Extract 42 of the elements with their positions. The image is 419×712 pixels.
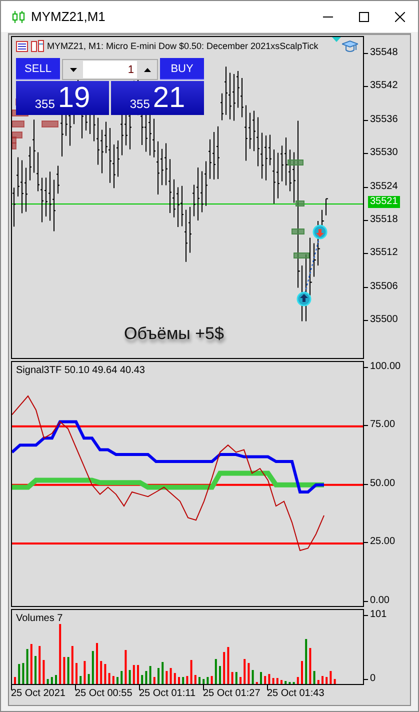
axis-label: 0.00 <box>364 595 390 608</box>
axis-label: 25.00 <box>364 536 396 548</box>
time-label: 25 Oct 01:11 <box>139 688 196 699</box>
axis-label: 35518 <box>364 214 398 226</box>
axis-label: 35524 <box>364 180 398 193</box>
overlay-text: Объёмы +5$ <box>124 324 224 344</box>
axis-label: 75.00 <box>364 419 396 432</box>
indicator-label: Signal3TF 50.10 49.64 40.43 <box>16 365 145 376</box>
time-label: 25 Oct 01:43 <box>267 688 324 699</box>
axis-label: 35530 <box>364 147 398 160</box>
axis-label: 35512 <box>364 247 398 260</box>
axis-label: 101 <box>364 609 387 621</box>
axis-label: 35500 <box>364 314 398 326</box>
axis-label: 0 <box>364 673 376 685</box>
window-title: MYMZ21,M1 <box>31 9 106 24</box>
lot-spinner[interactable]: 1 <box>62 59 158 80</box>
axis-label: 35506 <box>364 280 398 293</box>
indicator-label: Volumes 7 <box>16 613 63 624</box>
buy-button[interactable]: BUY <box>160 58 204 80</box>
triangle-marker-icon <box>332 37 341 42</box>
axis-label: 35542 <box>364 80 398 92</box>
caret-down-icon <box>70 68 76 72</box>
time-label: 25 Oct 00:55 <box>75 688 132 699</box>
axis-label: 35548 <box>364 47 398 59</box>
list-icon <box>16 40 28 52</box>
graduation-cap-icon <box>342 40 358 53</box>
candlestick-icon <box>12 10 25 22</box>
current-price-label: 35521 <box>368 196 400 208</box>
axis-label: 35536 <box>364 114 398 126</box>
close-icon <box>395 12 405 22</box>
bid-price: 355 19 <box>16 81 109 115</box>
chart-header: MYMZ21, M1: Micro E-mini Dow $0.50: December 2021xsScalpTick <box>47 41 318 51</box>
caret-up-icon <box>144 68 150 72</box>
minimize-icon <box>323 16 333 18</box>
axis-label: 50.00 <box>364 478 396 490</box>
time-label: 25 Oct 2021 <box>11 688 66 699</box>
ask-price: 355 21 <box>111 81 204 115</box>
time-label: 25 Oct 01:27 <box>203 688 260 699</box>
sell-button[interactable]: SELL <box>16 58 60 80</box>
axis-label: 100.00 <box>364 360 401 373</box>
document-icon <box>31 40 44 52</box>
maximize-icon <box>359 12 369 22</box>
